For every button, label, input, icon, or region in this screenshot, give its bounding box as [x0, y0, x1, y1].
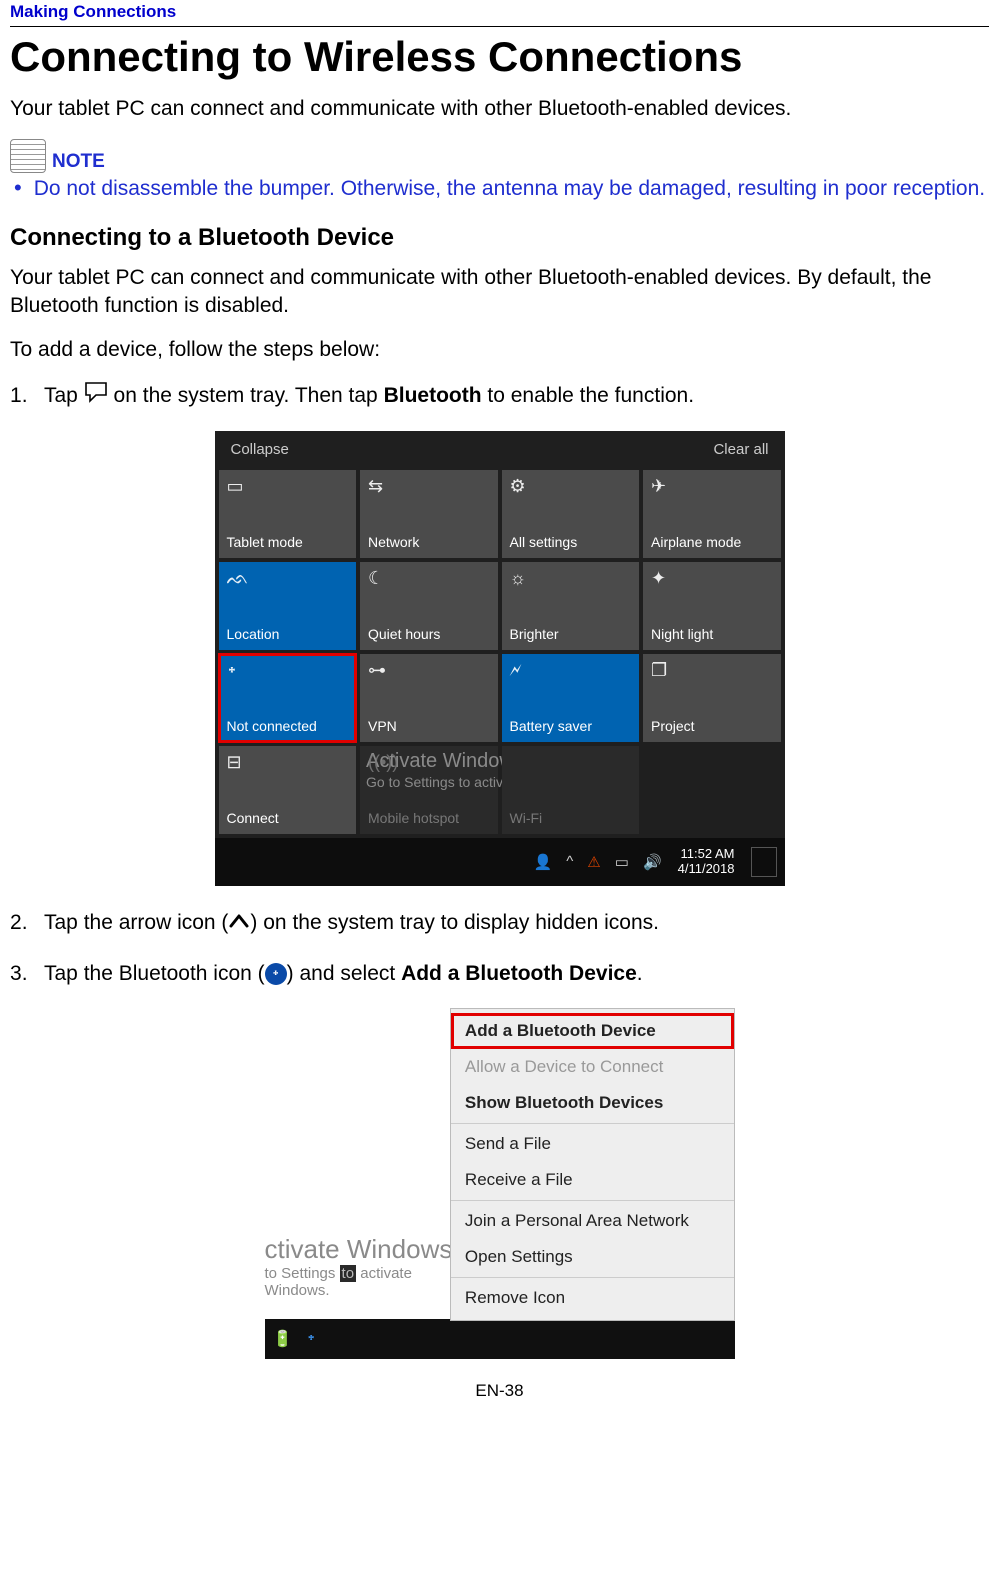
airplane-icon: ✈ — [651, 476, 773, 497]
tile-bluetooth[interactable]: ᛭Not connected — [219, 654, 357, 742]
tray-volume-icon[interactable]: 🔊 — [643, 853, 662, 871]
tray-battery-icon[interactable]: ⚠ — [587, 853, 600, 871]
hotspot-icon: ((•)) — [368, 752, 398, 773]
intro-text: Your tablet PC can connect and communica… — [10, 95, 989, 123]
menu-receive-file[interactable]: Receive a File — [451, 1162, 734, 1198]
notification-icon — [84, 381, 108, 411]
taskbar: 👤 ^ ⚠ ▭ 🔊 11:52 AM 4/11/2018 — [215, 838, 785, 886]
menu-remove-icon[interactable]: Remove Icon — [451, 1280, 734, 1316]
section-p1: Your tablet PC can connect and communica… — [10, 264, 989, 321]
tile-battery-saver[interactable]: 🗲Battery saver — [502, 654, 640, 742]
tablet-icon: ▭ — [227, 476, 349, 497]
steps-list: Tap on the system tray. Then tap Bluetoo… — [10, 381, 989, 412]
tile-mobile-hotspot[interactable]: Activate Windows Go to Settings to activ… — [360, 746, 498, 834]
taskbar-clock[interactable]: 11:52 AM 4/11/2018 — [678, 847, 735, 877]
tile-wifi[interactable]: Wi-Fi — [502, 746, 640, 834]
tile-all-settings[interactable]: ⚙All settings — [502, 470, 640, 558]
menu-show-bluetooth-devices[interactable]: Show Bluetooth Devices — [451, 1085, 734, 1121]
battery-icon: 🗲 — [510, 660, 632, 681]
menu-separator — [451, 1123, 734, 1124]
tile-night-light[interactable]: ✦Night light — [643, 562, 781, 650]
gear-icon: ⚙ — [510, 476, 632, 497]
chevron-up-icon[interactable]: ^ — [566, 853, 573, 871]
clear-all-link[interactable]: Clear all — [713, 441, 768, 458]
notepad-icon — [10, 139, 46, 173]
watermark-left: ctivate Windows to Settings to activate … — [265, 1234, 470, 1321]
sun-icon: ☼ — [510, 568, 632, 589]
tile-project[interactable]: ❐Project — [643, 654, 781, 742]
tile-tablet-mode[interactable]: ▭Tablet mode — [219, 470, 357, 558]
menu-separator — [451, 1277, 734, 1278]
tray-network-icon[interactable]: ▭ — [615, 853, 629, 871]
step-2: Tap the arrow icon () on the system tray… — [10, 908, 989, 938]
tile-network[interactable]: ⇆Network — [360, 470, 498, 558]
page-number: EN-38 — [10, 1381, 989, 1401]
tray-bluetooth-icon[interactable]: ᛭ — [306, 1330, 316, 1348]
menu-add-bluetooth-device[interactable]: Add a Bluetooth Device — [451, 1013, 734, 1049]
section-heading: Connecting to a Bluetooth Device — [10, 224, 989, 252]
people-icon[interactable]: 👤 — [534, 853, 553, 871]
note-label: NOTE — [52, 151, 105, 173]
tile-quiet-hours[interactable]: ☾Quiet hours — [360, 562, 498, 650]
location-icon: ᨒ — [227, 568, 349, 589]
menu-separator — [451, 1200, 734, 1201]
wifi-icon: ⇆ — [368, 476, 490, 497]
note-block: NOTE • Do not disassemble the bumper. Ot… — [10, 139, 989, 203]
page-title: Connecting to Wireless Connections — [10, 33, 989, 81]
tile-empty — [643, 746, 781, 834]
menu-open-settings[interactable]: Open Settings — [451, 1239, 734, 1275]
moon-icon: ☾ — [368, 568, 490, 589]
vpn-icon: ⊶ — [368, 660, 490, 681]
action-center-screenshot: Collapse Clear all ▭Tablet mode ⇆Network… — [215, 431, 785, 886]
menu-join-pan[interactable]: Join a Personal Area Network — [451, 1203, 734, 1239]
bluetooth-icon: ᛭ — [227, 660, 349, 681]
bullet-icon: • — [14, 175, 22, 203]
tile-vpn[interactable]: ⊶VPN — [360, 654, 498, 742]
bluetooth-circle-icon: ᛭ — [265, 963, 287, 985]
step-1: Tap on the system tray. Then tap Bluetoo… — [10, 381, 989, 412]
menu-allow-device-connect: Allow a Device to Connect — [451, 1049, 734, 1085]
context-menu-screenshot: ctivate Windows to Settings to activate … — [265, 1008, 735, 1321]
note-text: Do not disassemble the bumper. Otherwise… — [34, 175, 985, 203]
action-center-button[interactable] — [751, 847, 777, 877]
tile-location[interactable]: ᨒLocation — [219, 562, 357, 650]
connect-icon: ⊟ — [227, 752, 349, 773]
collapse-link[interactable]: Collapse — [231, 441, 289, 458]
tile-brighter[interactable]: ☼Brighter — [502, 562, 640, 650]
context-taskbar: 🔋 ᛭ — [265, 1319, 735, 1359]
breadcrumb: Making Connections — [10, 0, 989, 27]
tile-connect[interactable]: ⊟Connect — [219, 746, 357, 834]
section-p2: To add a device, follow the steps below: — [10, 336, 989, 364]
bluetooth-context-menu: Add a Bluetooth Device Allow a Device to… — [450, 1008, 735, 1321]
project-icon: ❐ — [651, 660, 773, 681]
menu-send-file[interactable]: Send a File — [451, 1126, 734, 1162]
tile-airplane-mode[interactable]: ✈Airplane mode — [643, 470, 781, 558]
step-3: Tap the Bluetooth icon (᛭) and select Ad… — [10, 959, 989, 988]
chevron-up-icon — [228, 909, 250, 938]
tray-battery-icon[interactable]: 🔋 — [273, 1329, 293, 1349]
night-icon: ✦ — [651, 568, 773, 589]
